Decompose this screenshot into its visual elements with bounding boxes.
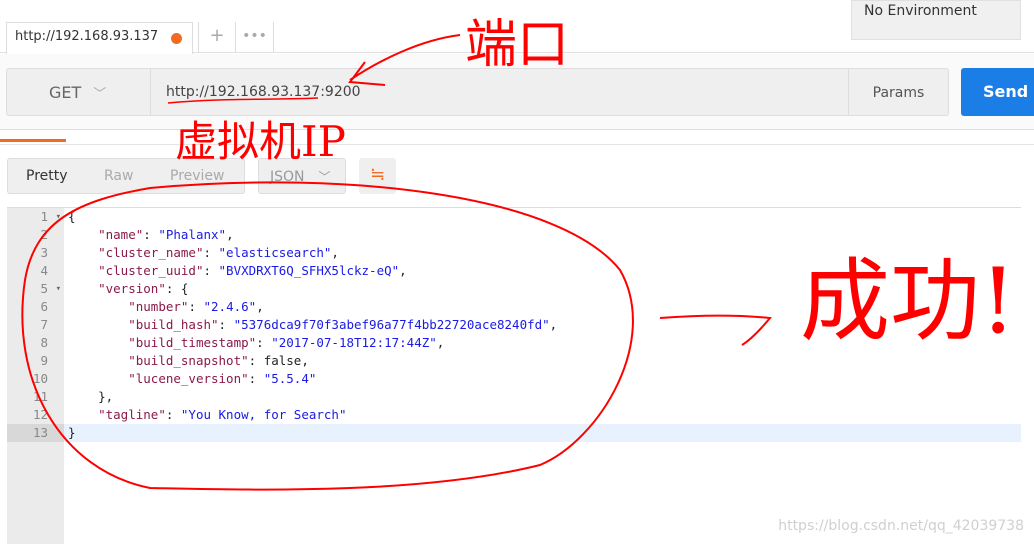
annotation-success: 成功! <box>800 249 1017 354</box>
url-underline <box>167 97 319 104</box>
annotation-port: 端口 <box>465 15 570 75</box>
success-arrow <box>659 314 772 346</box>
annotation-circle <box>21 181 634 491</box>
annotation-vm-ip: 虚拟机IP <box>175 117 346 166</box>
annotation-arrow-icon <box>348 34 461 86</box>
